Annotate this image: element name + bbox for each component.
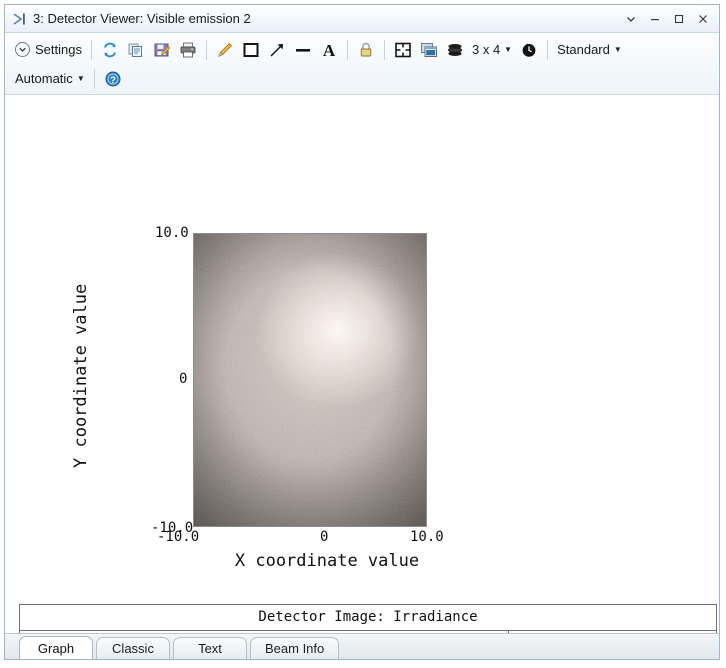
save-floppy-icon [153, 41, 171, 59]
svg-text:?: ? [110, 75, 116, 86]
toolbar-separator [384, 40, 385, 60]
lock-icon [357, 41, 375, 59]
toolbar-separator [206, 40, 207, 60]
draw-arrow-button[interactable] [264, 37, 290, 62]
viewer-content: Y coordinate value 10.0 0 -10.0 -10.0 0 … [5, 95, 719, 633]
toolbar-separator [347, 40, 348, 60]
tab-text[interactable]: Text [173, 637, 247, 659]
x-tick-middle: 0 [320, 529, 328, 545]
info-box: Detector Image: Irradiance 2018/06/11 De… [19, 604, 717, 633]
annotate-line-button[interactable] [212, 37, 238, 62]
print-button[interactable] [175, 37, 201, 62]
help-button[interactable]: ? [100, 66, 126, 91]
grid-size-label: 3 x 4 [472, 42, 500, 57]
add-text-button[interactable]: A [316, 37, 342, 62]
bottom-tab-bar: Graph Classic Text Beam Info [5, 633, 719, 659]
layers-icon [446, 41, 464, 59]
scale-dropdown[interactable]: Automatic ▼ [11, 66, 89, 91]
chevron-down-icon: ▼ [504, 46, 512, 54]
detector-image-vignette [194, 234, 426, 526]
refresh-icon [101, 41, 119, 59]
toolbar-row-2: Automatic ▼ ? [5, 64, 719, 93]
x-axis-label: X coordinate value [167, 551, 487, 571]
window-snapshot-button[interactable] [416, 37, 442, 62]
square-icon [242, 41, 260, 59]
info-box-body: 2018/06/11 Detector 4, NSCG Surface 1: V… [20, 631, 716, 633]
detector-viewer-window: 3: Detector Viewer: Visible emission 2 S… [4, 4, 720, 660]
draw-rectangle-button[interactable] [238, 37, 264, 62]
y-axis-label: Y coordinate value [69, 261, 93, 491]
toolbar-separator [94, 69, 95, 89]
fit-window-button[interactable] [390, 37, 416, 62]
refresh-button[interactable] [97, 37, 123, 62]
minimize-button[interactable] [643, 8, 667, 30]
lock-button[interactable] [353, 37, 379, 62]
copy-icon [127, 41, 145, 59]
chevron-down-icon: ▼ [614, 46, 622, 54]
info-box-file: Scattering through the atmosphere.ZMX Co… [509, 631, 719, 633]
y-tick-middle: 0 [179, 371, 187, 387]
tab-classic[interactable]: Classic [96, 637, 170, 659]
pencil-icon [216, 41, 234, 59]
svg-text:A: A [323, 41, 336, 59]
save-button[interactable] [149, 37, 175, 62]
title-bar: 3: Detector Viewer: Visible emission 2 [5, 5, 719, 33]
x-tick-left: -10.0 [157, 529, 199, 545]
text-A-icon: A [320, 41, 338, 59]
x-tick-right: 10.0 [410, 529, 444, 545]
tab-beam-info-label: Beam Info [265, 641, 324, 656]
window-overlay-icon [420, 41, 438, 59]
window-title: 3: Detector Viewer: Visible emission 2 [33, 11, 251, 26]
scale-label: Automatic [15, 71, 73, 86]
tab-beam-info[interactable]: Beam Info [250, 637, 339, 659]
info-box-title: Detector Image: Irradiance [20, 605, 716, 631]
detector-plot[interactable]: Y coordinate value 10.0 0 -10.0 -10.0 0 … [17, 101, 709, 591]
reset-rotation-button[interactable] [516, 37, 542, 62]
tab-graph-label: Graph [38, 641, 74, 656]
tab-classic-label: Classic [112, 641, 154, 656]
toolbar: Settings [5, 33, 719, 95]
chevron-down-icon: ▼ [77, 75, 85, 83]
minus-line-icon [294, 41, 312, 59]
detector-image[interactable] [193, 233, 427, 527]
toolbar-row-1: Settings [5, 35, 719, 64]
toolbar-separator [547, 40, 548, 60]
style-dropdown[interactable]: Standard ▼ [553, 37, 626, 62]
y-tick-top: 10.0 [155, 225, 189, 241]
style-label: Standard [557, 42, 610, 57]
arrow-icon [268, 41, 286, 59]
info-box-details: 2018/06/11 Detector 4, NSCG Surface 1: V… [20, 631, 509, 633]
settings-label: Settings [35, 42, 82, 57]
zemax-arrow-icon [11, 10, 29, 28]
help-question-icon: ? [104, 70, 122, 88]
chevron-down-circle-icon [15, 42, 30, 57]
fit-window-icon [394, 41, 412, 59]
close-button[interactable] [691, 8, 715, 30]
window-menu-button[interactable] [619, 8, 643, 30]
clock-reset-icon [520, 41, 538, 59]
copy-button[interactable] [123, 37, 149, 62]
tab-graph[interactable]: Graph [19, 636, 93, 659]
toolbar-separator [91, 40, 92, 60]
settings-button[interactable]: Settings [11, 37, 86, 62]
tab-text-label: Text [198, 641, 222, 656]
layers-button[interactable] [442, 37, 468, 62]
draw-line-button[interactable] [290, 37, 316, 62]
maximize-button[interactable] [667, 8, 691, 30]
grid-size-dropdown[interactable]: 3 x 4 ▼ [468, 37, 516, 62]
printer-icon [179, 41, 197, 59]
